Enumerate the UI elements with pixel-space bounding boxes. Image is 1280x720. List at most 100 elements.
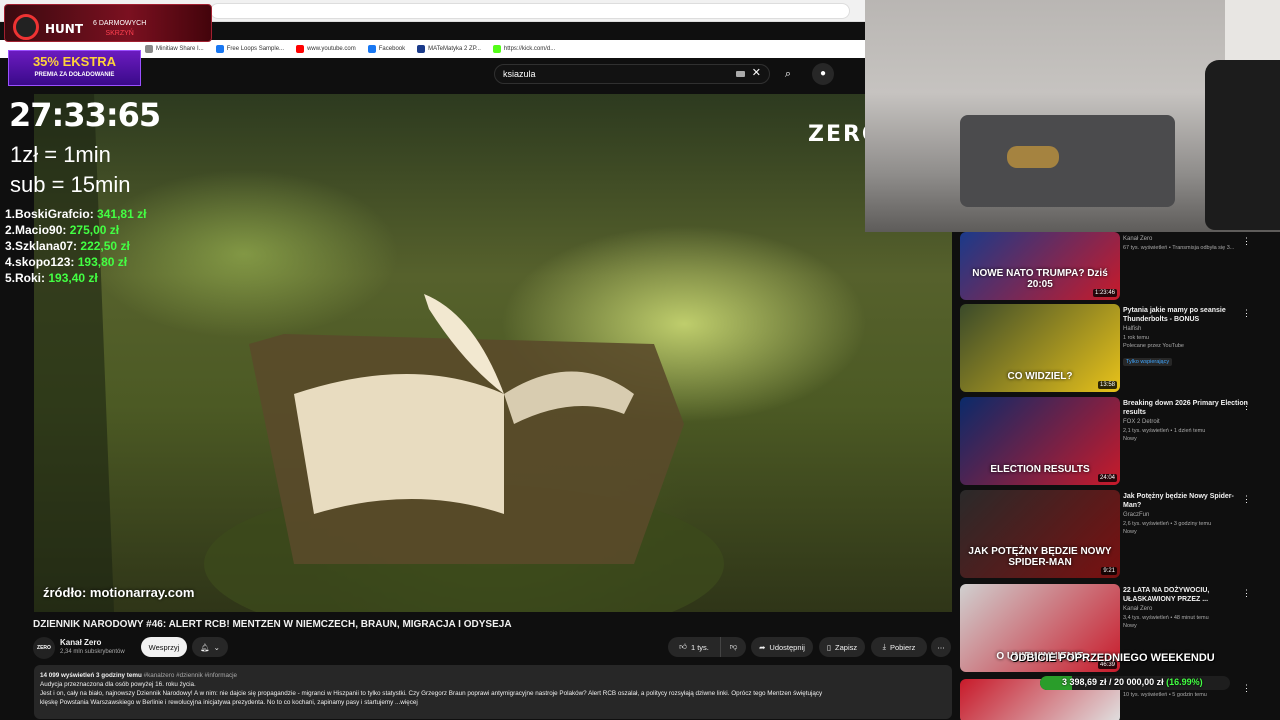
leaderboard-row: 4.skopo123: 193,80 zł <box>5 254 146 270</box>
bookmark-item[interactable]: www.youtube.com <box>296 45 356 53</box>
leaderboard-row: 2.Macio90: 275,00 zł <box>5 222 146 238</box>
rank: 1. <box>5 207 16 221</box>
bookmark-icon <box>215 45 224 53</box>
video-title[interactable]: Jak Potężny będzie Nowy Spider-Man? <box>1123 492 1251 510</box>
video-thumbnail[interactable]: CO WIDZIEL? 13:58 <box>960 304 1120 392</box>
more-icon: ⋯ <box>937 642 945 652</box>
thumbs-up-icon: 👍︎ <box>679 642 687 651</box>
video-stats: 3,4 tys. wyświetleń • 48 minut temu <box>1123 615 1209 621</box>
more-link[interactable]: ...więcej <box>395 699 418 706</box>
video-stats: 67 tys. wyświetleń • Transmisja odbyła s… <box>1123 245 1235 251</box>
video-title[interactable]: Pytania jakie mamy po seansie Thunderbol… <box>1123 306 1251 324</box>
weekend-goal-title: ODBICIE POPRZEDNIEGO WEEKENDU <box>1010 652 1215 664</box>
video-stats: 2,1 tys. wyświetleń • 1 dzień temu <box>1123 428 1206 434</box>
video-thumbnail[interactable]: NOWE NATO TRUMPA? Dziś 20:05 1:23:46 <box>960 232 1120 300</box>
donor-amount: 341,81 zł <box>97 207 147 221</box>
video-options-icon[interactable]: ⋮ <box>1242 236 1251 247</box>
share-button[interactable]: ➦ Udostępnij <box>751 637 813 657</box>
address-bar[interactable] <box>210 3 850 19</box>
video-channel[interactable]: FOX 2 Detroit <box>1123 418 1251 427</box>
microphone-icon[interactable]: ● <box>812 63 834 85</box>
bookmark-label: Free Loops Sample... <box>226 46 285 52</box>
search-input[interactable]: ksiazula ✕ <box>494 64 770 84</box>
download-icon: ⤓ <box>882 642 886 651</box>
bookmark-item[interactable]: Minitiaw Share I... <box>145 45 204 53</box>
bookmark-label: www.youtube.com <box>307 46 356 52</box>
video-title: DZIENNIK NARODOWY #46: ALERT RCB! MENTZE… <box>33 619 512 630</box>
video-options-icon[interactable]: ⋮ <box>1242 308 1251 319</box>
webcam-pillow <box>1007 146 1059 168</box>
donor-name: Macio90: <box>15 223 67 237</box>
hunt-logo-icon <box>13 14 39 40</box>
bookmark-item[interactable]: Facebook <box>367 45 406 53</box>
video-thumbnail[interactable]: ELECTION RESULTS 24:04 <box>960 397 1120 485</box>
description-box[interactable]: 14 099 wyświetleń 3 godziny temu #kanalz… <box>34 665 952 719</box>
hunt-banner: HUNT 6 DARMOWYCH SKRZYŃ <box>4 4 212 42</box>
view-stats: 14 099 wyświetleń 3 godziny temu <box>40 672 142 679</box>
webcam-feed <box>865 0 1280 232</box>
leaderboard-row: 5.Roki: 193,40 zł <box>5 270 146 286</box>
screen: Minitiaw Share I... Free Loops Sample...… <box>0 0 1280 720</box>
donor-name: BoskiGrafcio: <box>15 207 94 221</box>
video-options-icon[interactable]: ⋮ <box>1242 683 1251 694</box>
notifications-button[interactable]: 🔔︎ ⌄ <box>192 637 228 657</box>
donor-name: Szklana07: <box>15 239 78 253</box>
channel-avatar[interactable]: ZERO <box>33 637 55 659</box>
rank: 2. <box>5 223 16 237</box>
video-badge: Nowy <box>1123 529 1137 535</box>
video-options-icon[interactable]: ⋮ <box>1242 588 1251 599</box>
more-actions-button[interactable]: ⋯ <box>931 637 951 657</box>
bookmark-label: Facebook <box>378 46 406 52</box>
hashtags[interactable]: #kanalzero #dziennik #informacje <box>144 672 237 679</box>
rank: 3. <box>5 239 16 253</box>
bookmark-item[interactable]: https://kick.com/d... <box>492 45 555 53</box>
video-title[interactable]: 22 LATA NA DOŻYWOCIU, UŁASKAWIONY PRZEZ … <box>1123 586 1251 604</box>
leaderboard-row: 3.Szklana07: 222,50 zł <box>5 238 146 254</box>
donor-name: skopo123: <box>15 255 75 269</box>
weekend-progress-text: 3 398,69 zł / 20 000,00 zł (16.99%) <box>1062 677 1203 687</box>
video-channel[interactable]: Kanał Zero <box>1123 605 1251 614</box>
kick-icon <box>492 45 501 53</box>
video-meta: Breaking down 2026 Primary Election resu… <box>1123 399 1251 443</box>
video-options-icon[interactable]: ⋮ <box>1242 401 1251 412</box>
bookmark-item[interactable]: Free Loops Sample... <box>215 45 285 53</box>
video-options-icon[interactable]: ⋮ <box>1242 494 1251 505</box>
clear-search-icon[interactable]: ✕ <box>752 68 761 79</box>
donor-amount: 222,50 zł <box>80 239 130 253</box>
recommendations-sidebar: NOWE NATO TRUMPA? Dziś 20:05 1:23:46 Kanał… <box>958 232 1280 720</box>
video-channel[interactable]: Halfish <box>1123 325 1251 334</box>
video-frame <box>34 94 724 612</box>
hunt-subtitle: 6 DARMOWYCH SKRZYŃ <box>93 19 146 39</box>
video-stats: 10 tys. wyświetleń • 5 godzin temu <box>1123 692 1207 698</box>
video-duration: 9:21 <box>1101 567 1117 575</box>
webcam-window <box>1225 0 1280 60</box>
video-thumbnail[interactable]: JAK POTĘŻNY BĘDZIE NOWY SPIDER-MAN 9:21 <box>960 490 1120 578</box>
search-icon[interactable]: ⌕ <box>777 64 799 84</box>
thumbnail-text: JAK POTĘŻNY BĘDZIE NOWY SPIDER-MAN <box>968 546 1112 568</box>
description-line: Jest i on, cały na biało, najnowszy Dzie… <box>40 690 823 697</box>
rate-line-2: sub = 15min <box>10 172 131 197</box>
weekend-amount: 3 398,69 zł / 20 000,00 zł <box>1062 677 1164 687</box>
rate-line-1: 1zł = 1min <box>10 142 111 167</box>
donor-name: Roki: <box>15 271 46 285</box>
video-channel[interactable]: GraczFun <box>1123 511 1251 520</box>
search-query: ksiazula <box>503 69 536 79</box>
save-label: Zapisz <box>835 642 858 652</box>
download-label: Pobierz <box>889 642 916 652</box>
like-button[interactable]: 👍︎ 1 tys. <box>668 637 720 657</box>
save-button[interactable]: ▯ Zapisz <box>819 637 865 657</box>
bookmark-item[interactable]: MATeMatyka 2 ZP... <box>417 45 481 53</box>
download-button[interactable]: ⤓ Pobierz <box>871 637 927 657</box>
video-player[interactable] <box>34 94 952 612</box>
video-channel[interactable]: Kanał Zero <box>1123 235 1251 244</box>
share-icon: ➦ <box>759 642 766 652</box>
bookmark-label: Minitiaw Share I... <box>156 46 204 52</box>
description-line: Audycja przeznaczona dla osób powyżej 16… <box>40 681 196 688</box>
keyboard-icon[interactable] <box>736 71 745 77</box>
video-badge: Nowy <box>1123 436 1137 442</box>
video-title[interactable]: Breaking down 2026 Primary Election resu… <box>1123 399 1251 417</box>
dislike-button[interactable]: 👎︎ <box>720 637 746 657</box>
channel-name[interactable]: Kanał Zero <box>60 638 101 647</box>
bookmark-save-icon: ▯ <box>826 642 832 652</box>
support-button[interactable]: Wesprzyj <box>141 637 187 657</box>
